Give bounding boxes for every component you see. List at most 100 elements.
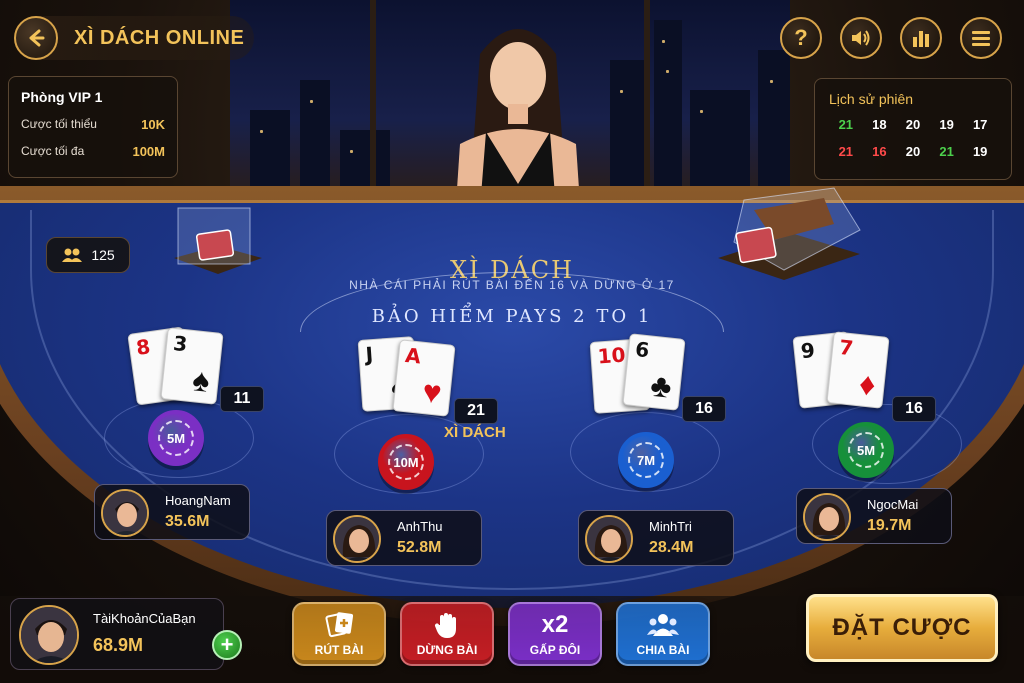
history-grid: 21 18 20 19 17 21 16 20 21 19 <box>829 117 997 159</box>
card-suit-icon: ♣ <box>648 366 674 405</box>
add-funds-button[interactable]: + <box>212 630 242 660</box>
history-result: 16 <box>872 144 887 159</box>
chip-amount: 5M <box>166 430 186 446</box>
stats-button[interactable] <box>900 17 942 59</box>
max-bet-value: 100M <box>132 144 165 159</box>
my-balance: 68.9M <box>93 635 144 655</box>
history-result: 21 <box>838 144 854 159</box>
history-title: Lịch sử phiên <box>829 91 914 107</box>
player-seat-card[interactable]: NgocMai 19.7M <box>796 488 952 544</box>
history-result: 21 <box>939 144 954 159</box>
card-rank: 7 <box>838 334 855 361</box>
playing-card: 7 ♦ <box>826 331 890 409</box>
round-history-panel: Lịch sử phiên 21 18 20 19 17 21 16 20 21 19 <box>814 78 1012 180</box>
plus-icon: + <box>220 632 234 657</box>
blackjack-badge: XÌ DÁCH <box>444 424 506 441</box>
help-button[interactable]: ? <box>780 17 822 59</box>
double-label: GẤP ĐÔI <box>529 643 581 657</box>
card-rank: A <box>404 342 422 369</box>
player-balance: 19.7M <box>867 517 912 534</box>
my-account-panel: TàiKhoảnCủaBạn 68.9M <box>10 598 224 670</box>
player-seat-card[interactable]: MinhTri 28.4M <box>578 510 734 566</box>
hand-score: 11 <box>220 386 264 412</box>
question-icon: ? <box>794 25 808 50</box>
history-result: 20 <box>905 117 921 132</box>
chip-amount: 7M <box>636 452 656 468</box>
bet-chip: 5M <box>838 422 894 478</box>
player-name: NgocMai <box>867 497 919 512</box>
history-result: 17 <box>972 117 988 132</box>
players-online-count: 125 <box>91 247 115 263</box>
hit-button[interactable]: RÚT BÀI <box>292 602 386 666</box>
card-rank: J <box>364 342 374 367</box>
room-info-panel: Phòng VIP 1 Cược tối thiểu 10K Cược tối đ… <box>8 76 178 178</box>
deal-label: CHIA BÀI <box>636 643 690 657</box>
table-rule-text: NHÀ CÁI PHẢI RÚT BÀI ĐẾN 16 VÀ DỪNG Ở 17 <box>349 278 675 292</box>
playing-card: A ♥ <box>392 339 456 417</box>
min-bet-label: Cược tối thiểu <box>21 117 97 131</box>
player-avatar <box>101 489 149 537</box>
chip-amount: 5M <box>856 442 876 458</box>
history-result: 18 <box>872 117 887 132</box>
history-result: 20 <box>905 144 921 159</box>
sound-button[interactable] <box>840 17 882 59</box>
card-rank: 8 <box>134 334 152 361</box>
bet-chip: 10M <box>378 434 434 490</box>
people-icon <box>647 614 679 636</box>
bet-chip: 5M <box>148 410 204 466</box>
player-seat-card[interactable]: AnhThu 52.8M <box>326 510 482 566</box>
history-result: 21 <box>838 117 854 132</box>
card-rank: 10 <box>596 342 627 369</box>
max-bet-label: Cược tối đa <box>21 144 85 158</box>
playing-card: 3 ♠ <box>160 327 224 405</box>
header-title-bar: XÌ DÁCH ONLINE <box>14 16 254 60</box>
bar-chart-icon <box>913 31 929 47</box>
menu-button[interactable] <box>960 17 1002 59</box>
x2-icon: x2 <box>541 611 569 638</box>
back-button[interactable] <box>14 16 58 60</box>
place-bet-button[interactable]: ĐẶT CƯỢC <box>806 594 998 662</box>
history-result: 19 <box>972 144 988 159</box>
player-name: AnhThu <box>397 519 443 534</box>
player-balance: 52.8M <box>397 539 442 556</box>
card-suit-icon: ♠ <box>190 361 212 399</box>
card-suit-icon: ♦ <box>857 365 878 403</box>
hamburger-menu-icon <box>972 31 990 46</box>
page-title: XÌ DÁCH ONLINE <box>74 26 245 49</box>
double-button[interactable]: x2 GẤP ĐÔI <box>508 602 602 666</box>
stand-label: DỪNG BÀI <box>416 643 478 657</box>
card-suit-icon: ♥ <box>420 373 444 411</box>
player-avatar <box>333 515 381 563</box>
deal-button[interactable]: CHIA BÀI <box>616 602 710 666</box>
card-rank: 9 <box>799 337 817 364</box>
room-name: Phòng VIP 1 <box>21 89 103 105</box>
playing-card: 6 ♣ <box>622 333 686 411</box>
player-balance: 28.4M <box>649 539 694 556</box>
speaker-icon <box>852 30 870 46</box>
player-name: HoangNam <box>165 493 231 508</box>
card-rank: 6 <box>634 336 651 363</box>
player-avatar <box>803 493 851 541</box>
hand-stop-icon <box>434 613 456 638</box>
arrow-left-icon <box>29 29 45 47</box>
hit-label: RÚT BÀI <box>314 643 364 657</box>
player-name: MinhTri <box>649 519 692 534</box>
player-balance: 35.6M <box>165 513 210 530</box>
history-result: 19 <box>939 117 954 132</box>
hand-score: 16 <box>682 396 726 422</box>
draw-card-icon <box>325 612 354 638</box>
players-online-badge[interactable]: 125 <box>46 237 130 273</box>
min-bet-value: 10K <box>141 117 165 132</box>
my-name: TàiKhoảnCủaBạn <box>93 611 196 626</box>
discard-tray <box>174 207 262 274</box>
insurance-text: BẢO HIỂM PAYS 2 TO 1 <box>371 306 653 327</box>
player-avatar <box>585 515 633 563</box>
card-shoe <box>718 187 861 280</box>
bet-chip: 7M <box>618 432 674 488</box>
people-icon <box>62 248 83 262</box>
player-seat-card[interactable]: HoangNam 35.6M <box>94 484 250 540</box>
stand-button[interactable]: DỪNG BÀI <box>400 602 494 666</box>
hand-score: 21 <box>454 398 498 424</box>
hand-score: 16 <box>892 396 936 422</box>
card-rank: 3 <box>172 330 189 357</box>
